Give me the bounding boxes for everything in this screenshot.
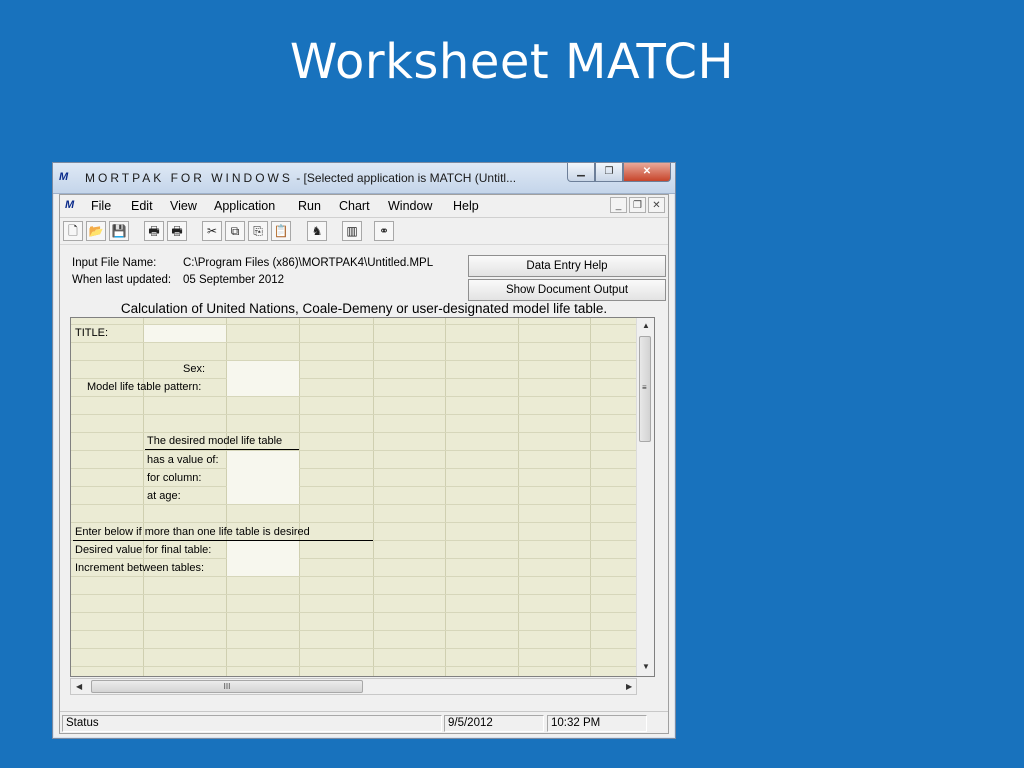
status-date: 9/5/2012 <box>444 715 544 732</box>
bar-chart-icon[interactable]: ▥ <box>342 221 362 241</box>
mortpak-app-icon[interactable]: M <box>59 170 79 185</box>
last-updated-label: When last updated: <box>72 274 172 286</box>
binoculars-icon[interactable]: ⚭ <box>374 221 394 241</box>
input-file-value: C:\Program Files (x86)\MORTPAK4\Untitled… <box>183 257 434 269</box>
cut-icon[interactable]: ✂ <box>202 221 222 241</box>
scroll-up-arrow-icon[interactable]: ▲ <box>642 321 650 330</box>
grid-lines: TITLE: Sex: Model life table pattern: Th… <box>71 318 638 676</box>
title-label: TITLE: <box>75 327 109 339</box>
menu-window[interactable]: Window <box>388 199 432 213</box>
mdi-minimize-button[interactable]: _ <box>610 197 627 213</box>
title-input-cell[interactable] <box>144 325 226 342</box>
copy-icon[interactable]: ⧉ <box>225 221 245 241</box>
print-icon[interactable]: 🖶 <box>144 221 164 241</box>
menu-view[interactable]: View <box>170 199 197 213</box>
close-button[interactable]: ✕ <box>623 163 671 182</box>
status-bar: Status 9/5/2012 10:32 PM <box>60 711 668 734</box>
vertical-scrollbar[interactable]: ▲ ≡ ▼ <box>636 318 654 676</box>
last-updated-value: 05 September 2012 <box>183 274 285 286</box>
increment-label: Increment between tables: <box>75 562 205 574</box>
menu-edit[interactable]: Edit <box>131 199 153 213</box>
run-figure-icon[interactable]: ♞ <box>307 221 327 241</box>
horizontal-scroll-thumb[interactable]: III <box>91 680 363 693</box>
calculation-caption: Calculation of United Nations, Coale-Dem… <box>120 301 608 316</box>
sex-label: Sex: <box>183 363 206 375</box>
menu-help[interactable]: Help <box>453 199 479 213</box>
new-file-icon[interactable]: 🗋 <box>63 221 83 241</box>
mdi-close-button[interactable]: ✕ <box>648 197 665 213</box>
maximize-button[interactable]: ❐ <box>595 163 623 182</box>
scroll-right-arrow-icon[interactable]: ▶ <box>626 682 632 691</box>
for-column-label: for column: <box>147 472 202 484</box>
open-folder-icon[interactable]: 📂 <box>86 221 106 241</box>
menu-application[interactable]: Application <box>214 199 275 213</box>
horizontal-scrollbar[interactable]: ◀ III ▶ <box>70 678 637 695</box>
mortpak-window: M MORTPAK FOR WINDOWS - [Selected applic… <box>52 162 676 739</box>
clipboard-icon[interactable]: 📋 <box>271 221 291 241</box>
slide-title: Worksheet MATCH <box>289 34 735 90</box>
mdi-restore-button[interactable]: ❐ <box>629 197 646 213</box>
scroll-down-arrow-icon[interactable]: ▼ <box>642 662 650 671</box>
status-time: 10:32 PM <box>547 715 647 732</box>
mdi-child: M File Edit View Application Run Chart W… <box>59 194 669 734</box>
menu-run[interactable]: Run <box>298 199 321 213</box>
window-title-rest: - [Selected application is MATCH (Untitl… <box>292 171 517 185</box>
paste-icon[interactable]: ⎘ <box>248 221 268 241</box>
at-age-label: at age: <box>147 490 181 502</box>
scroll-left-arrow-icon[interactable]: ◀ <box>76 682 82 691</box>
document-icon[interactable]: M <box>65 199 74 211</box>
window-controls: ▁ ❐ ✕ <box>567 163 671 182</box>
minimize-button[interactable]: ▁ <box>567 163 595 182</box>
pattern-label: Model life table pattern: <box>87 381 202 393</box>
vertical-scroll-thumb[interactable]: ≡ <box>639 336 651 442</box>
save-icon[interactable]: 💾 <box>109 221 129 241</box>
show-document-output-button[interactable]: Show Document Output <box>468 279 666 301</box>
final-value-label: Desired value for final table: <box>75 544 212 556</box>
window-title: MORTPAK FOR WINDOWS - [Selected applicat… <box>85 171 516 185</box>
menu-chart[interactable]: Chart <box>339 199 370 213</box>
print-preview-icon[interactable]: 🖶 <box>167 221 187 241</box>
window-title-brand: MORTPAK FOR WINDOWS <box>85 171 293 185</box>
enter-below-label: Enter below if more than one life table … <box>75 526 310 538</box>
final-increment-input-cell[interactable] <box>227 541 299 576</box>
menu-file[interactable]: File <box>91 199 111 213</box>
worksheet-grid[interactable]: TITLE: Sex: Model life table pattern: Th… <box>70 317 655 677</box>
menu-bar: M File Edit View Application Run Chart W… <box>60 195 668 218</box>
grip-icon: ≡ <box>642 383 647 392</box>
window-titlebar[interactable]: M MORTPAK FOR WINDOWS - [Selected applic… <box>53 163 675 194</box>
has-value-label: has a value of: <box>147 454 219 466</box>
toolbar: 🗋 📂 💾 🖶 🖶 ✂ ⧉ ⎘ 📋 ♞ ▥ ⚭ <box>60 218 668 245</box>
data-entry-help-button[interactable]: Data Entry Help <box>468 255 666 277</box>
input-file-label: Input File Name: <box>72 257 157 269</box>
desired-value-input-cell[interactable] <box>227 451 299 504</box>
sex-pattern-input-cell[interactable] <box>227 361 299 396</box>
status-text: Status <box>62 715 442 732</box>
desired-header: The desired model life table <box>147 435 283 447</box>
